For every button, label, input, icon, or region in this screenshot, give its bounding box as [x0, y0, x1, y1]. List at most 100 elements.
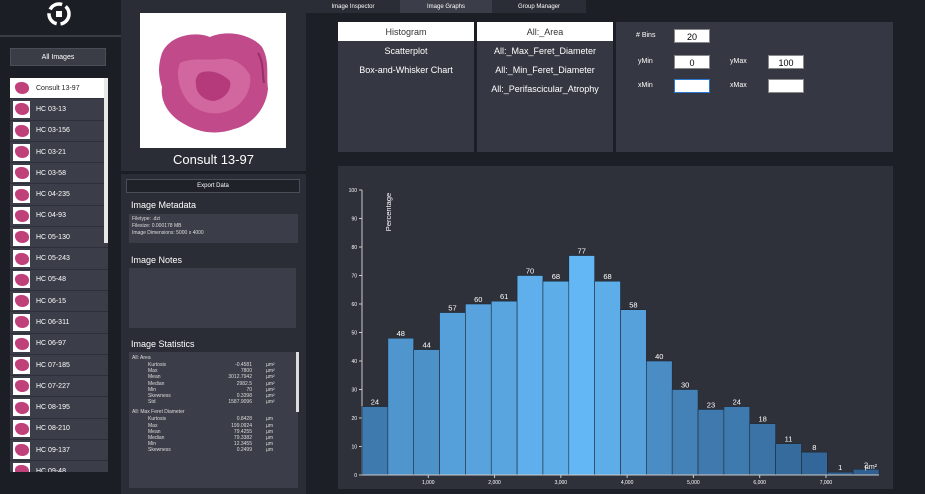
stats-group-name: All: Area: [132, 355, 151, 361]
y-tick-label: 20: [351, 416, 357, 422]
bar-value-label: 68: [552, 272, 560, 281]
image-thumbnail: [13, 207, 30, 225]
measure-area[interactable]: All:_Area: [477, 22, 613, 41]
bar-value-label: 8: [812, 443, 816, 452]
y-tick-label: 0: [354, 473, 357, 479]
image-thumbnail: [13, 79, 30, 97]
image-thumbnail: [13, 228, 30, 246]
tissue-thumbnail-icon: [14, 82, 29, 95]
ymin-input[interactable]: 0: [674, 55, 710, 69]
x-tick-label: 3,000: [555, 480, 568, 486]
histogram-bar: [516, 275, 544, 476]
statistics-heading: Image Statistics: [131, 339, 195, 349]
image-list-item[interactable]: HC 03-13: [10, 99, 108, 121]
bar-value-label: 44: [422, 341, 430, 350]
x-tick-label: 1,000: [422, 480, 435, 486]
image-list-item[interactable]: HC 07-185: [10, 354, 108, 377]
image-thumbnail: [13, 377, 30, 395]
image-list-item[interactable]: HC 05-243: [10, 248, 108, 270]
image-list-item[interactable]: HC 07-227: [10, 376, 108, 398]
image-list-item[interactable]: HC 04-93: [10, 205, 108, 228]
image-list-item[interactable]: HC 06-97: [10, 333, 108, 355]
image-list-item[interactable]: HC 03-58: [10, 163, 108, 185]
tissue-thumbnail-icon: [14, 167, 29, 180]
image-list-item[interactable]: HC 09-48: [10, 461, 108, 472]
all-images-button[interactable]: All Images: [10, 48, 106, 66]
ymax-input[interactable]: 100: [768, 55, 804, 69]
image-list-scrollbar[interactable]: [104, 78, 108, 243]
y-tick-label: 40: [351, 359, 357, 365]
image-thumbnail: [13, 271, 30, 289]
bar-value-label: 57: [448, 304, 456, 313]
tissue-thumbnail-icon: [14, 359, 29, 371]
tissue-thumbnail-icon: [14, 422, 29, 435]
image-notes-textarea[interactable]: [129, 268, 296, 328]
histogram-bar: [387, 337, 414, 476]
image-list-item[interactable]: HC 06-311: [10, 312, 108, 334]
tissue-thumbnail-icon: [14, 188, 29, 201]
image-list-item-label: HC 06-97: [36, 340, 66, 348]
image-list[interactable]: Consult 13-97 HC 03-13 HC 03-156 HC 03-21 HC…: [10, 78, 108, 472]
image-thumbnail: [13, 335, 30, 353]
histogram-bar: [697, 409, 725, 476]
bar-value-label: 30: [681, 381, 689, 390]
stat-unit: µm: [266, 447, 274, 454]
x-tick-label: 2,000: [488, 480, 501, 486]
bar-value-label: 1: [838, 463, 842, 472]
details-divider: [121, 171, 306, 174]
measure-max-feret[interactable]: All:_Max_Feret_Diameter: [477, 41, 613, 60]
statistics-scrollbar[interactable]: [296, 352, 299, 412]
image-list-item[interactable]: HC 09-137: [10, 440, 108, 462]
image-list-item[interactable]: HC 05-48: [10, 269, 108, 291]
image-list-item-label: HC 03-58: [36, 169, 66, 177]
bins-input[interactable]: 20: [674, 29, 710, 43]
image-thumbnail: [13, 292, 30, 310]
image-list-item[interactable]: HC 06-15: [10, 290, 108, 313]
bar-value-label: 11: [785, 435, 793, 444]
bar-value-label: 24: [371, 398, 379, 407]
histogram-bar: [775, 443, 802, 476]
histogram-bar: [620, 309, 647, 476]
image-list-item[interactable]: HC 05-130: [10, 227, 108, 249]
y-tick-label: 60: [351, 302, 357, 308]
histogram-panel: 0 10 20 30 40 50 60 70 80 90 100 Percentage 24 48 44 57…: [338, 166, 893, 489]
graph-type-scatterplot[interactable]: Scatterplot: [338, 41, 474, 60]
image-thumbnail: [13, 399, 30, 417]
image-list-item[interactable]: HC 04-235: [10, 184, 108, 206]
tissue-thumbnail-icon: [14, 401, 29, 414]
stats-group: All: Area Kurtosis -0.4581 µm² Max 7800 µm² Mea…: [132, 355, 295, 405]
tissue-thumbnail-icon: [14, 380, 29, 393]
tab-image-inspector[interactable]: Image Inspector: [306, 0, 400, 13]
xmin-input[interactable]: [674, 79, 710, 93]
tissue-thumbnail-icon: [14, 124, 29, 137]
tab-image-graphs[interactable]: Image Graphs: [400, 0, 492, 13]
x-tick-label: 7,000: [820, 480, 833, 486]
tissue-thumbnail-icon: [14, 103, 29, 116]
xmax-input[interactable]: [768, 79, 804, 93]
image-thumbnail: [13, 250, 30, 268]
image-thumbnail: [13, 313, 30, 331]
measure-perifascicular-atrophy[interactable]: All:_Perifascicular_Atrophy: [477, 79, 613, 98]
measure-min-feret[interactable]: All:_Min_Feret_Diameter: [477, 60, 613, 79]
image-thumbnail: [13, 356, 30, 374]
image-list-item[interactable]: Consult 13-97: [10, 78, 108, 100]
image-list-item-label: HC 08-210: [36, 425, 70, 433]
image-list-item-label: HC 05-48: [36, 276, 66, 284]
export-data-button[interactable]: Export Data: [126, 179, 300, 193]
tissue-thumbnail-icon: [14, 231, 29, 244]
image-list-item[interactable]: HC 08-195: [10, 397, 108, 419]
image-list-item-label: Consult 13-97: [36, 84, 80, 92]
bar-value-label: 70: [526, 267, 534, 276]
graph-type-histogram[interactable]: Histogram: [338, 22, 474, 41]
image-list-item[interactable]: HC 03-21: [10, 141, 108, 164]
tab-group-manager[interactable]: Group Manager: [492, 0, 586, 13]
ymin-label: yMin: [638, 58, 653, 65]
image-list-item[interactable]: HC 03-156: [10, 120, 108, 142]
image-list-item-label: HC 06-311: [36, 318, 70, 326]
bar-value-label: 61: [500, 292, 508, 301]
image-list-item[interactable]: HC 08-210: [10, 418, 108, 441]
graph-type-panel: Histogram Scatterplot Box-and-Whisker Ch…: [338, 22, 474, 152]
image-list-item-label: HC 06-15: [36, 297, 66, 305]
image-title: Consult 13-97: [173, 152, 254, 167]
graph-type-box-whisker[interactable]: Box-and-Whisker Chart: [338, 60, 474, 79]
